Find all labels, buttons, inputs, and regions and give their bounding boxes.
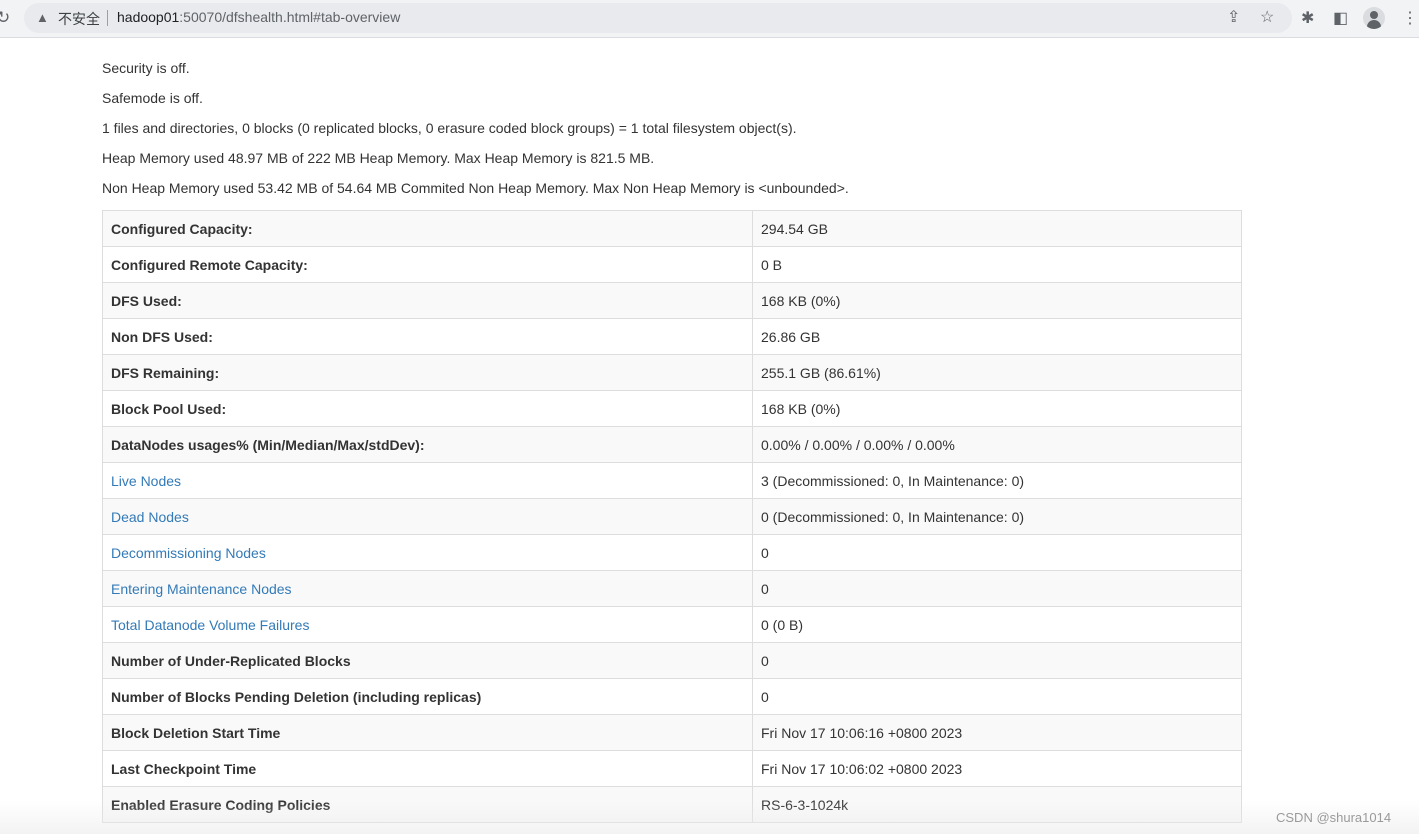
table-row: Enabled Erasure Coding Policies RS-6-3-10… xyxy=(102,786,1242,823)
row-label-link[interactable]: Decommissioning Nodes xyxy=(111,545,266,561)
table-row: Total Datanode Volume Failures 0 (0 B) xyxy=(102,606,1242,643)
address-bar[interactable]: ▲ 不安全 hadoop01:50070/dfshealth.html#tab-… xyxy=(24,3,1292,33)
row-label[interactable]: Dead Nodes xyxy=(102,498,753,535)
table-row: Number of Blocks Pending Deletion (inclu… xyxy=(102,678,1242,715)
row-value: 0 xyxy=(752,642,1242,679)
row-value: Fri Nov 17 10:06:16 +0800 2023 xyxy=(752,714,1242,751)
row-label: Configured Remote Capacity: xyxy=(102,246,753,283)
row-label[interactable]: Entering Maintenance Nodes xyxy=(102,570,753,607)
table-row: DFS Used: 168 KB (0%) xyxy=(102,282,1242,319)
row-value: 0 (Decommissioned: 0, In Maintenance: 0) xyxy=(752,498,1242,535)
overview-table: Configured Capacity: 294.54 GB Configured … xyxy=(102,210,1242,823)
table-row: Entering Maintenance Nodes 0 xyxy=(102,570,1242,607)
warning-icon[interactable]: ▲ xyxy=(36,10,49,25)
security-status: Security is off. xyxy=(102,60,190,76)
table-row: Decommissioning Nodes 0 xyxy=(102,534,1242,571)
row-value: 294.54 GB xyxy=(752,210,1242,247)
side-panel-icon[interactable]: ◧ xyxy=(1333,8,1348,28)
row-label: Block Pool Used: xyxy=(102,390,753,427)
reload-icon[interactable]: ↻ xyxy=(0,8,10,28)
table-row: Block Pool Used: 168 KB (0%) xyxy=(102,390,1242,427)
row-label[interactable]: Total Datanode Volume Failures xyxy=(102,606,753,643)
table-row: Number of Under-Replicated Blocks 0 xyxy=(102,642,1242,679)
row-label: Configured Capacity: xyxy=(102,210,753,247)
table-row: Block Deletion Start Time Fri Nov 17 10:0… xyxy=(102,714,1242,751)
row-value: RS-6-3-1024k xyxy=(752,786,1242,823)
url-path: :50070/dfshealth.html#tab-overview xyxy=(179,9,401,25)
row-value: 0 (0 B) xyxy=(752,606,1242,643)
row-value: 168 KB (0%) xyxy=(752,390,1242,427)
heap-memory: Heap Memory used 48.97 MB of 222 MB Heap… xyxy=(102,150,655,166)
row-label-link[interactable]: Entering Maintenance Nodes xyxy=(111,581,292,597)
watermark: CSDN @shura1014 xyxy=(1276,810,1392,825)
row-value: 0 xyxy=(752,570,1242,607)
row-label: DFS Used: xyxy=(102,282,753,319)
avatar-body xyxy=(1367,20,1381,29)
row-value: 0 xyxy=(752,678,1242,715)
row-label: Enabled Erasure Coding Policies xyxy=(102,786,753,823)
security-label[interactable]: 不安全 xyxy=(58,9,100,29)
row-label: Block Deletion Start Time xyxy=(102,714,753,751)
row-value: 0.00% / 0.00% / 0.00% / 0.00% xyxy=(752,426,1242,463)
table-row: DataNodes usages% (Min/Median/Max/stdDev… xyxy=(102,426,1242,463)
table-row: Dead Nodes 0 (Decommissioned: 0, In Maint… xyxy=(102,498,1242,535)
safemode-status: Safemode is off. xyxy=(102,90,203,106)
non-heap-memory: Non Heap Memory used 53.42 MB of 54.64 M… xyxy=(102,180,849,196)
url-text[interactable]: hadoop01:50070/dfshealth.html#tab-overvi… xyxy=(117,9,400,25)
filesystem-objects: 1 files and directories, 0 blocks (0 rep… xyxy=(102,120,797,136)
row-value: Fri Nov 17 10:06:02 +0800 2023 xyxy=(752,750,1242,787)
row-label: DFS Remaining: xyxy=(102,354,753,391)
table-row: Configured Capacity: 294.54 GB xyxy=(102,210,1242,247)
star-icon[interactable]: ☆ xyxy=(1260,7,1274,27)
row-value: 26.86 GB xyxy=(752,318,1242,355)
row-label: DataNodes usages% (Min/Median/Max/stdDev… xyxy=(102,426,753,463)
row-label: Number of Under-Replicated Blocks xyxy=(102,642,753,679)
row-value: 3 (Decommissioned: 0, In Maintenance: 0) xyxy=(752,462,1242,499)
row-label-link[interactable]: Dead Nodes xyxy=(111,509,189,525)
extensions-icon[interactable]: ✱ xyxy=(1301,8,1314,28)
table-row: Configured Remote Capacity: 0 B xyxy=(102,246,1242,283)
row-label: Non DFS Used: xyxy=(102,318,753,355)
overview-table-body: Configured Capacity: 294.54 GB Configured … xyxy=(102,210,1242,823)
row-value: 255.1 GB (86.61%) xyxy=(752,354,1242,391)
avatar-head xyxy=(1370,11,1378,19)
row-value: 168 KB (0%) xyxy=(752,282,1242,319)
table-row: Non DFS Used: 26.86 GB xyxy=(102,318,1242,355)
table-row: DFS Remaining: 255.1 GB (86.61%) xyxy=(102,354,1242,391)
row-label: Number of Blocks Pending Deletion (inclu… xyxy=(102,678,753,715)
row-value: 0 xyxy=(752,534,1242,571)
profile-avatar[interactable] xyxy=(1363,7,1385,29)
url-host: hadoop01 xyxy=(117,9,180,25)
row-label[interactable]: Decommissioning Nodes xyxy=(102,534,753,571)
menu-icon[interactable]: ⋮ xyxy=(1402,8,1418,28)
row-label-link[interactable]: Total Datanode Volume Failures xyxy=(111,617,309,633)
row-label[interactable]: Live Nodes xyxy=(102,462,753,499)
table-row: Last Checkpoint Time Fri Nov 17 10:06:02 … xyxy=(102,750,1242,787)
row-value: 0 B xyxy=(752,246,1242,283)
row-label-link[interactable]: Live Nodes xyxy=(111,473,181,489)
row-label: Last Checkpoint Time xyxy=(102,750,753,787)
divider xyxy=(107,10,108,26)
browser-toolbar: ↻ ▲ 不安全 hadoop01:50070/dfshealth.html#ta… xyxy=(0,0,1419,38)
share-icon[interactable]: ⇪ xyxy=(1227,7,1240,27)
table-row: Live Nodes 3 (Decommissioned: 0, In Maint… xyxy=(102,462,1242,499)
